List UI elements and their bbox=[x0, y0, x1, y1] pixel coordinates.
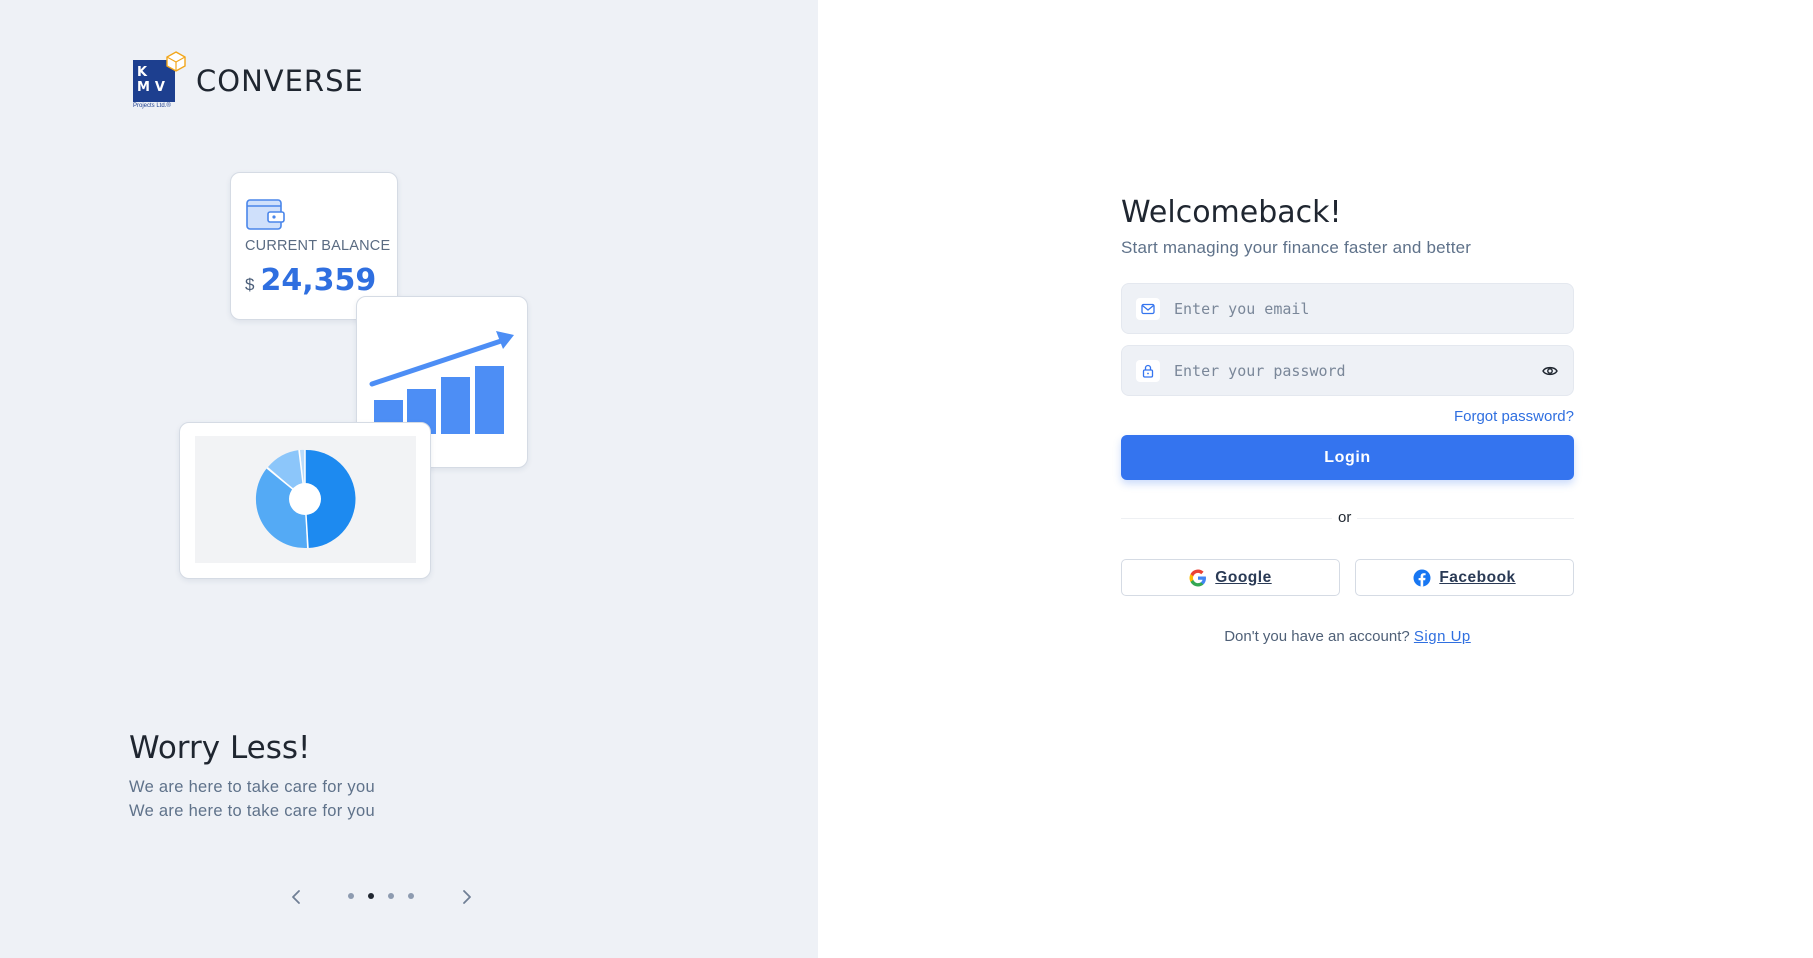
forgot-password-link[interactable]: Forgot password? bbox=[1454, 408, 1574, 425]
logo-letters-bottom: MV bbox=[137, 80, 170, 95]
chart-bar-3 bbox=[441, 377, 470, 434]
or-label: or bbox=[1332, 509, 1358, 526]
carousel-dot[interactable] bbox=[348, 893, 354, 899]
currency-symbol: $ bbox=[245, 275, 255, 294]
signup-link[interactable]: Sign Up bbox=[1414, 628, 1471, 645]
donut-illustration bbox=[255, 449, 356, 549]
logo-mark: K MV Projects Ltd.® bbox=[133, 50, 187, 112]
promo-panel: K MV Projects Ltd.® CONVERSE CURRENT BAL… bbox=[0, 0, 818, 958]
mail-icon bbox=[1136, 298, 1160, 320]
slide-title: Worry Less! bbox=[129, 730, 311, 766]
email-input[interactable] bbox=[1174, 284, 1534, 333]
donut-hole bbox=[289, 483, 321, 515]
login-subtitle: Start managing your finance faster and b… bbox=[1121, 238, 1472, 257]
balance-label: CURRENT BALANCE bbox=[245, 238, 391, 254]
brand-logo: K MV Projects Ltd.® CONVERSE bbox=[133, 50, 364, 112]
lock-icon bbox=[1136, 360, 1160, 382]
google-icon bbox=[1189, 569, 1207, 586]
chevron-right-icon[interactable] bbox=[459, 888, 475, 906]
wallet-icon bbox=[246, 199, 285, 230]
password-field-wrapper bbox=[1121, 345, 1574, 396]
carousel-dot-active[interactable] bbox=[368, 893, 374, 899]
facebook-label: Facebook bbox=[1439, 568, 1516, 586]
login-button[interactable]: Login bbox=[1121, 435, 1574, 480]
google-login-button[interactable]: Google bbox=[1121, 559, 1340, 596]
carousel-dots bbox=[348, 893, 414, 899]
pie-chart-area bbox=[195, 436, 416, 563]
balance-amount: $ 24,359 bbox=[245, 263, 376, 298]
slide-subtitle-2: We are here to take care for you bbox=[129, 802, 375, 820]
logo-subtext: Projects Ltd.® bbox=[133, 103, 171, 109]
signup-prompt: Don't you have an account? Sign Up bbox=[1121, 628, 1574, 645]
carousel-dot[interactable] bbox=[408, 893, 414, 899]
balance-value: 24,359 bbox=[260, 263, 377, 298]
chevron-left-icon[interactable] bbox=[288, 888, 304, 906]
logo-cube-icon bbox=[166, 51, 186, 72]
login-form: Welcomeback! Start managing your finance… bbox=[1121, 195, 1574, 645]
pie-chart-card bbox=[179, 422, 431, 579]
no-account-text: Don't you have an account? bbox=[1224, 628, 1410, 645]
email-field-wrapper bbox=[1121, 283, 1574, 334]
password-input[interactable] bbox=[1174, 346, 1534, 395]
carousel-dot[interactable] bbox=[388, 893, 394, 899]
login-title: Welcomeback! bbox=[1121, 195, 1342, 230]
facebook-icon bbox=[1413, 569, 1431, 586]
slide-subtitle-1: We are here to take care for you bbox=[129, 778, 375, 796]
google-label: Google bbox=[1215, 568, 1272, 586]
eye-icon[interactable] bbox=[1541, 362, 1559, 380]
brand-name: CONVERSE bbox=[196, 64, 364, 98]
chart-bar-4 bbox=[475, 366, 504, 434]
facebook-login-button[interactable]: Facebook bbox=[1355, 559, 1574, 596]
